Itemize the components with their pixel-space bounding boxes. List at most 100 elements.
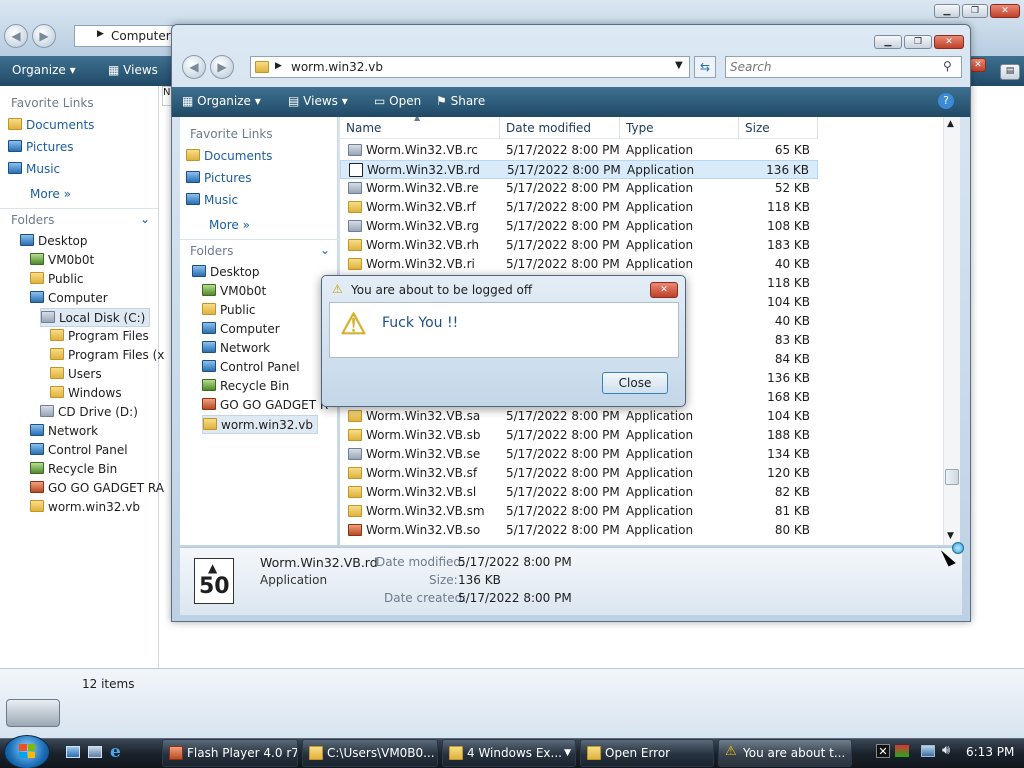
close-button[interactable]: ✕: [990, 4, 1020, 18]
column-header-type[interactable]: Type: [620, 117, 739, 139]
file-row[interactable]: Worm.Win32.VB.rg 5/17/2022 8:00 PM Applica…: [340, 217, 818, 236]
tree-item[interactable]: VM0b0t: [30, 251, 94, 270]
tree-item[interactable]: Desktop: [192, 263, 260, 282]
file-row[interactable]: Worm.Win32.VB.sb 5/17/2022 8:00 PM Applica…: [340, 426, 818, 445]
clock[interactable]: 6:13 PM: [966, 745, 1014, 759]
show-desktop-icon[interactable]: [66, 746, 80, 758]
tree-item[interactable]: Network: [202, 339, 270, 358]
file-date: 5/17/2022 8:00 PM: [506, 238, 620, 252]
tray-volume-icon[interactable]: 🔊︎: [942, 743, 950, 758]
taskbar-button[interactable]: C:\Users\VM0B0...: [302, 739, 438, 767]
taskbar-button[interactable]: Flash Player 4.0 r7: [162, 739, 298, 767]
file-row[interactable]: Worm.Win32.VB.so 5/17/2022 8:00 PM Applica…: [340, 521, 818, 540]
scroll-up-icon[interactable]: ▲: [947, 119, 954, 129]
search-box[interactable]: ⚲: [725, 56, 962, 78]
taskbar-button[interactable]: ⚠ You are about t...: [718, 739, 852, 767]
tree-item[interactable]: Computer: [202, 320, 280, 339]
file-row[interactable]: Worm.Win32.VB.sa 5/17/2022 8:00 PM Applica…: [340, 407, 818, 426]
help-icon[interactable]: ?: [938, 93, 954, 109]
file-row[interactable]: Worm.Win32.VB.rc 5/17/2022 8:00 PM Applica…: [340, 141, 818, 160]
tree-item[interactable]: worm.win32.vb: [30, 498, 140, 517]
taskbar-button[interactable]: Open Error: [580, 739, 714, 767]
column-header-date[interactable]: Date modified: [500, 117, 620, 139]
maximize-button[interactable]: ❐: [904, 35, 932, 49]
search-input[interactable]: [730, 59, 930, 75]
file-row[interactable]: Worm.Win32.VB.rd 5/17/2022 8:00 PM Applica…: [340, 160, 818, 179]
back-arrow-icon[interactable]: ◀: [4, 24, 28, 48]
tree-item[interactable]: Control Panel: [202, 358, 300, 377]
close-button[interactable]: ✕: [934, 35, 964, 49]
address-bar[interactable]: ▶ worm.win32.vb ▼: [250, 56, 690, 78]
chevron-down-icon[interactable]: ▼: [675, 60, 683, 71]
file-row[interactable]: Worm.Win32.VB.ri 5/17/2022 8:00 PM Applica…: [340, 255, 818, 274]
file-row[interactable]: Worm.Win32.VB.sm 5/17/2022 8:00 PM Applica…: [340, 502, 818, 521]
minimize-button[interactable]: ▁: [934, 4, 960, 18]
folders-header[interactable]: Folders ⌄: [180, 239, 338, 263]
more-link[interactable]: More »: [30, 187, 71, 201]
folders-header[interactable]: Folders ⌄: [0, 208, 158, 232]
open-button[interactable]: ▭ Open: [374, 94, 421, 108]
tray-network-icon[interactable]: [921, 745, 935, 757]
tree-item[interactable]: Program Files: [50, 327, 149, 346]
share-button[interactable]: ⚑ Share: [436, 94, 485, 108]
tree-item[interactable]: Computer: [30, 289, 108, 308]
maximize-button[interactable]: ❐: [962, 4, 988, 18]
tree-item[interactable]: Public: [202, 301, 256, 320]
tree-item[interactable]: GO GO GADGET RA: [30, 479, 164, 498]
file-row[interactable]: Worm.Win32.VB.se 5/17/2022 8:00 PM Applica…: [340, 445, 818, 464]
favorite-link-pictures[interactable]: Pictures: [186, 171, 252, 185]
tree-item[interactable]: VM0b0t: [202, 282, 266, 301]
taskbar-button[interactable]: 4 Windows Ex... ▼: [442, 739, 576, 767]
more-link[interactable]: More »: [209, 218, 250, 232]
favorite-link-music[interactable]: Music: [8, 162, 60, 176]
back-arrow-icon[interactable]: ◀: [182, 55, 206, 79]
internet-explorer-icon[interactable]: e: [110, 742, 121, 762]
organize-button[interactable]: Organize ▾: [12, 63, 76, 77]
tree-item[interactable]: Program Files (x: [50, 346, 164, 365]
tree-item[interactable]: GO GO GADGET R: [202, 396, 328, 415]
back-menu-icon[interactable]: ▤: [1000, 64, 1020, 80]
favorite-link-music[interactable]: Music: [186, 193, 238, 207]
dialog-close-button[interactable]: Close: [602, 372, 668, 394]
favorite-link-documents[interactable]: Documents: [186, 149, 272, 163]
forward-arrow-icon[interactable]: ▶: [32, 24, 56, 48]
tree-item[interactable]: Local Disk (C:): [40, 308, 151, 327]
back-close-small-icon[interactable]: ✕: [970, 58, 986, 72]
organize-button[interactable]: ▦ Organize ▾: [182, 94, 261, 108]
tray-security-icon[interactable]: [895, 745, 909, 757]
search-icon[interactable]: ⚲: [943, 59, 952, 73]
vertical-scrollbar[interactable]: ▲ ▼: [943, 117, 960, 545]
file-row[interactable]: Worm.Win32.VB.sf 5/17/2022 8:00 PM Applica…: [340, 464, 818, 483]
column-header-size[interactable]: Size: [739, 117, 818, 139]
tree-item[interactable]: Network: [30, 422, 98, 441]
tree-item[interactable]: worm.win32.vb: [202, 415, 318, 434]
switch-windows-icon[interactable]: [88, 746, 102, 758]
file-row[interactable]: Worm.Win32.VB.rh 5/17/2022 8:00 PM Applica…: [340, 236, 818, 255]
address-bar[interactable]: ▶ Computer: [74, 25, 174, 47]
scroll-down-icon[interactable]: ▼: [947, 531, 954, 541]
tree-item[interactable]: Recycle Bin: [30, 460, 117, 479]
tray-close-icon[interactable]: ✕: [876, 744, 890, 758]
pictures-icon: [8, 140, 22, 152]
favorite-link-documents[interactable]: Documents: [8, 118, 94, 132]
file-row[interactable]: Worm.Win32.VB.re 5/17/2022 8:00 PM Applica…: [340, 179, 818, 198]
refresh-icon[interactable]: ⇆: [694, 56, 716, 78]
tree-item[interactable]: Recycle Bin: [202, 377, 289, 396]
views-button[interactable]: ▦ Views: [108, 63, 158, 77]
tree-item[interactable]: Control Panel: [30, 441, 128, 460]
tree-item[interactable]: CD Drive (D:): [40, 403, 138, 422]
network-icon: [30, 424, 44, 436]
dialog-close-icon[interactable]: ✕: [650, 282, 678, 298]
tree-item[interactable]: Users: [50, 365, 102, 384]
scroll-thumb[interactable]: [945, 469, 959, 485]
file-row[interactable]: Worm.Win32.VB.rf 5/17/2022 8:00 PM Applica…: [340, 198, 818, 217]
tree-item[interactable]: Public: [30, 270, 84, 289]
favorite-link-pictures[interactable]: Pictures: [8, 140, 74, 154]
file-row[interactable]: Worm.Win32.VB.sl 5/17/2022 8:00 PM Applica…: [340, 483, 818, 502]
minimize-button[interactable]: ▁: [874, 35, 902, 49]
tree-item[interactable]: Desktop: [20, 232, 88, 251]
flash-icon: [169, 746, 183, 760]
forward-arrow-icon[interactable]: ▶: [210, 55, 234, 79]
tree-item[interactable]: Windows: [50, 384, 122, 403]
views-button[interactable]: ▤ Views ▾: [288, 94, 348, 108]
